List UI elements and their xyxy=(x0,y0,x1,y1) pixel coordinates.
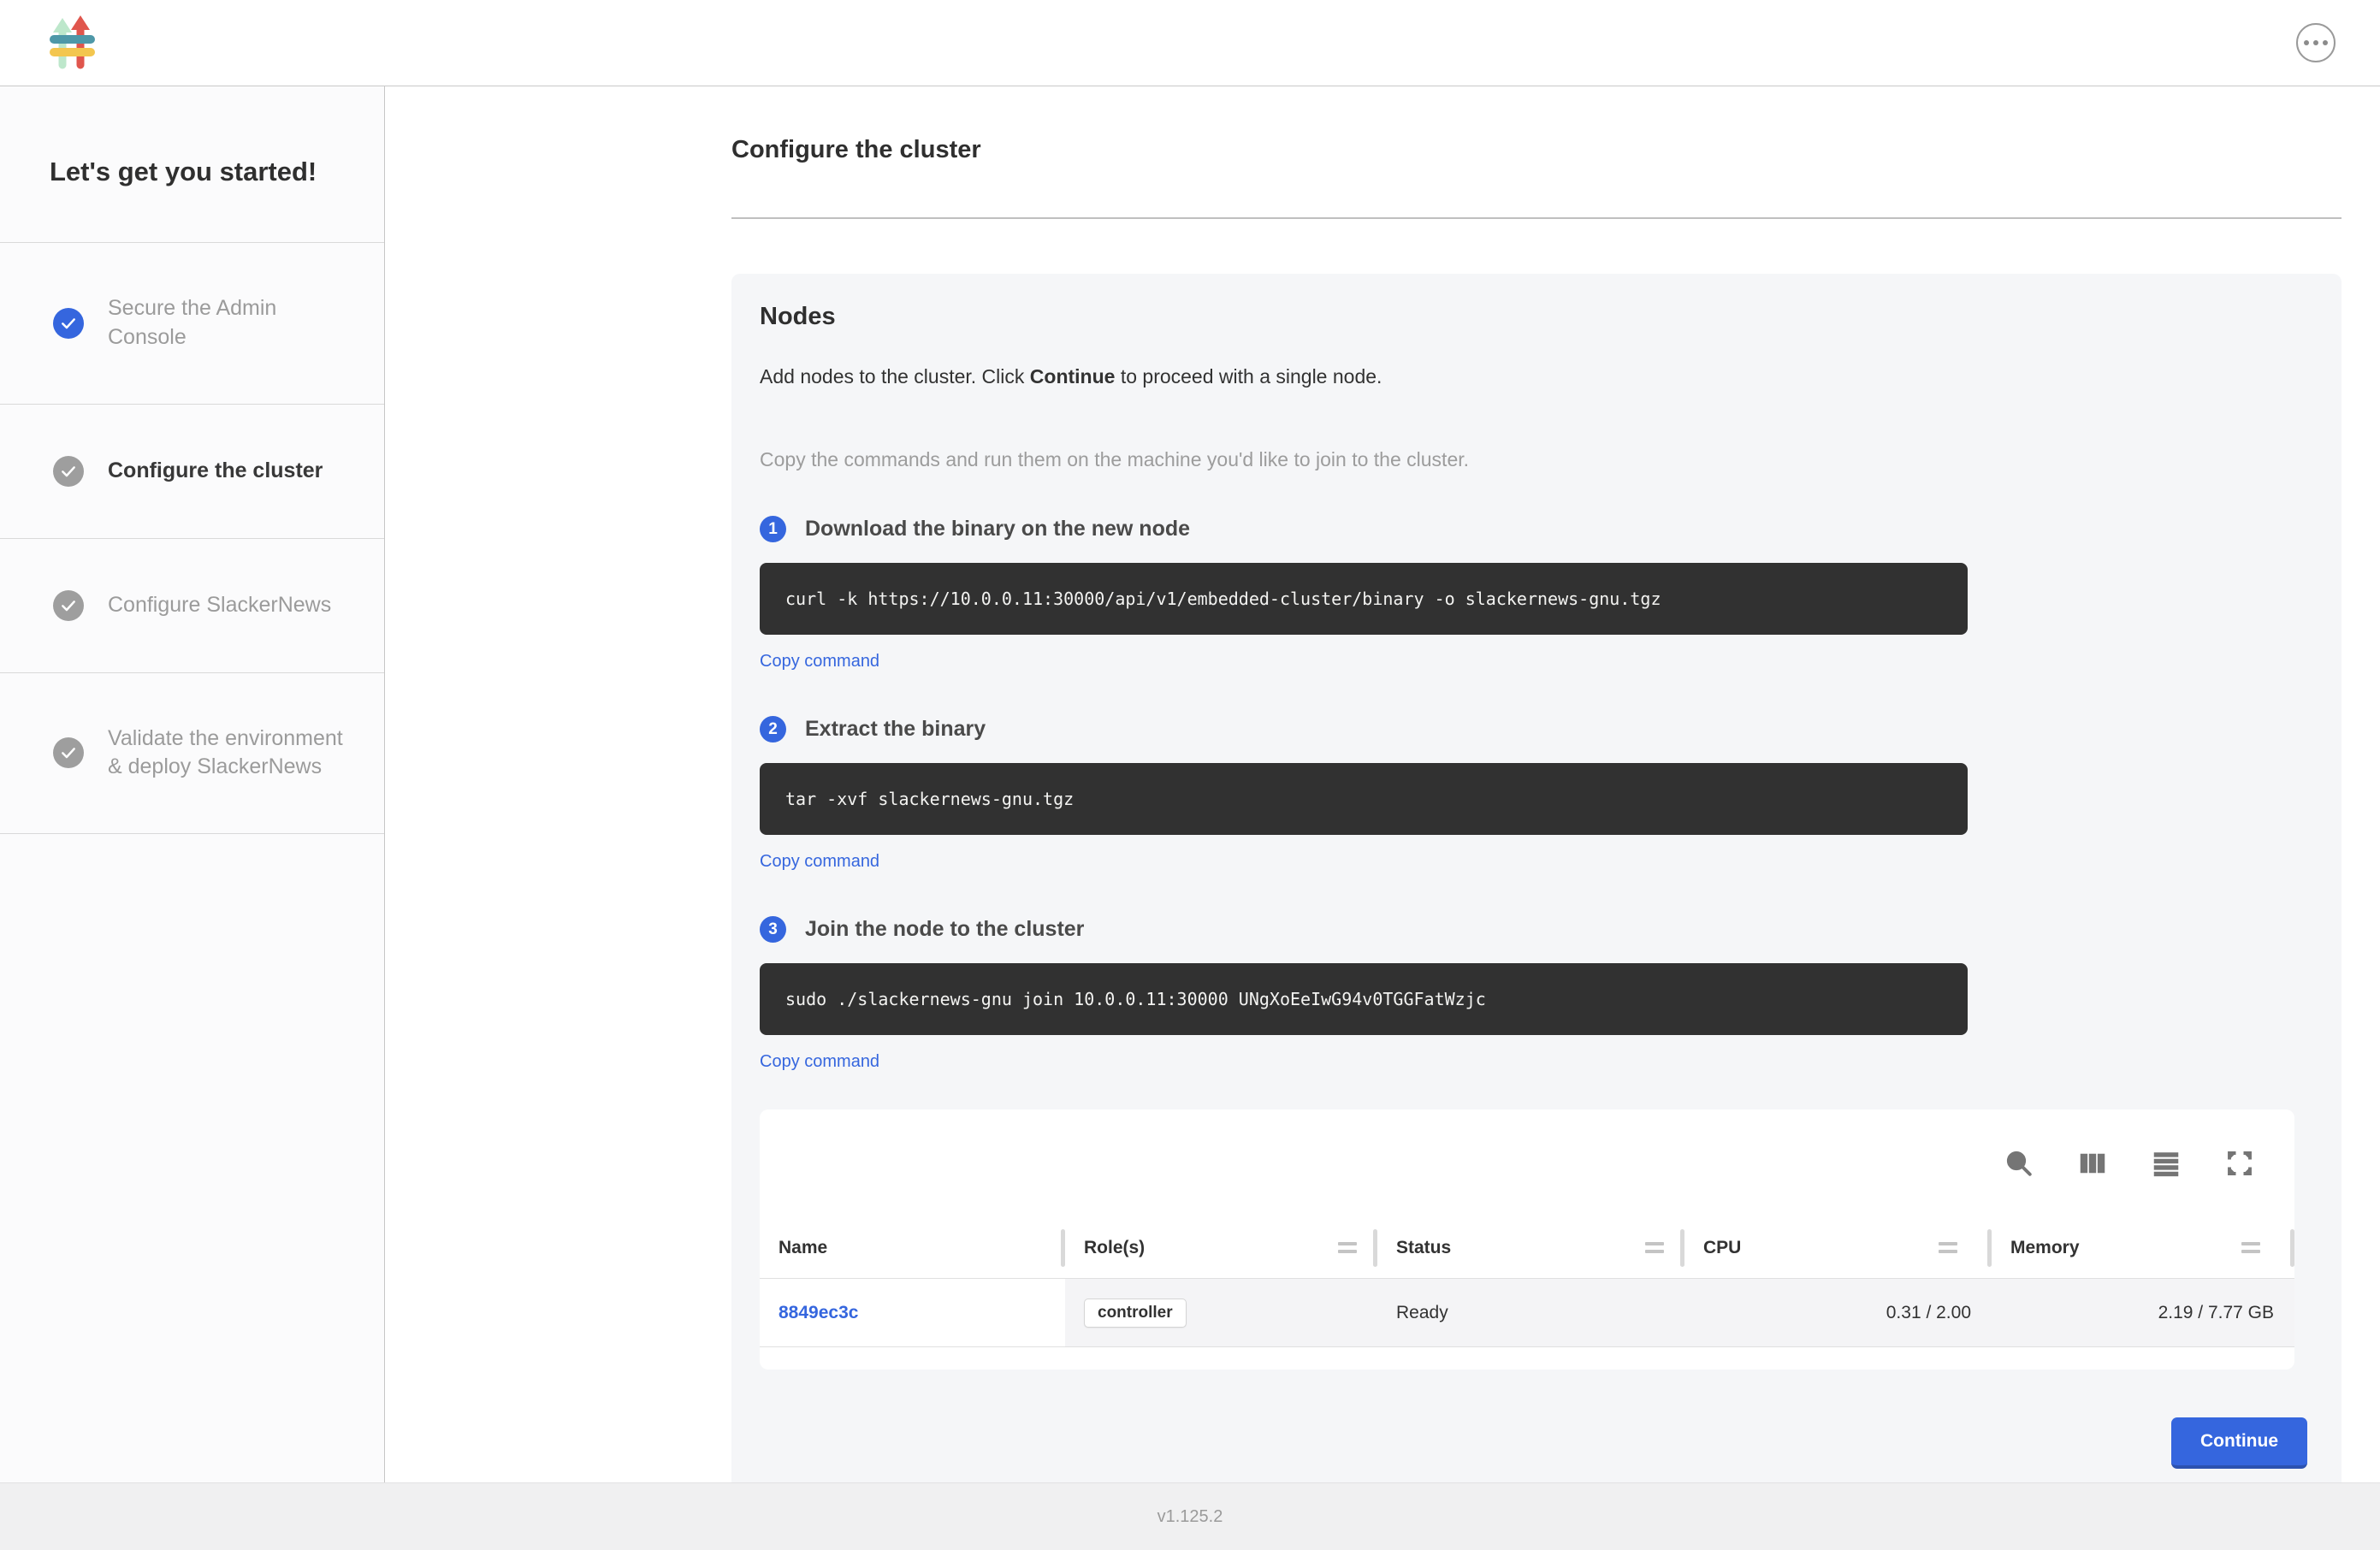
join-step-3: 3 Join the node to the cluster sudo ./sl… xyxy=(760,916,2307,1072)
command-code-block[interactable]: tar -xvf slackernews-gnu.tgz xyxy=(760,763,1968,835)
check-circle-icon xyxy=(53,456,84,487)
continue-button[interactable]: Continue xyxy=(2171,1417,2307,1469)
check-circle-icon xyxy=(53,590,84,621)
table-toolbar xyxy=(760,1109,2294,1217)
join-step-2: 2 Extract the binary tar -xvf slackernew… xyxy=(760,716,2307,872)
step-title: Extract the binary xyxy=(805,717,986,742)
table-row[interactable]: 8849ec3c controller Ready 0.31 / 2.00 2.… xyxy=(760,1279,2294,1347)
title-divider xyxy=(731,217,2342,219)
copy-command-link[interactable]: Copy command xyxy=(760,852,879,872)
ellipsis-icon xyxy=(2313,40,2318,45)
fullscreen-icon[interactable] xyxy=(2223,1146,2257,1180)
join-step-1: 1 Download the binary on the new node cu… xyxy=(760,516,2307,671)
node-name-link[interactable]: 8849ec3c xyxy=(779,1303,858,1323)
column-header-status[interactable]: Status xyxy=(1377,1217,1684,1278)
table-bottom-spacer xyxy=(760,1347,2294,1370)
more-menu-button[interactable] xyxy=(2296,23,2336,62)
nodes-table: Name Role(s) Status xyxy=(760,1109,2294,1370)
sidebar-title: Let's get you started! xyxy=(0,86,384,242)
command-code-block[interactable]: curl -k https://10.0.0.11:30000/api/v1/e… xyxy=(760,563,1968,635)
sidebar-item-configure-slackernews[interactable]: Configure SlackerNews xyxy=(0,539,384,673)
top-header xyxy=(0,0,2380,86)
sidebar-item-configure-cluster[interactable]: Configure the cluster xyxy=(0,405,384,539)
setup-sidebar: Let's get you started! Secure the Admin … xyxy=(0,86,385,1482)
step-title: Download the binary on the new node xyxy=(805,517,1190,541)
command-code-block[interactable]: sudo ./slackernews-gnu join 10.0.0.11:30… xyxy=(760,963,1968,1035)
app-window: Let's get you started! Secure the Admin … xyxy=(0,0,2380,1550)
columns-icon[interactable] xyxy=(2075,1146,2110,1180)
column-menu-icon[interactable] xyxy=(1645,1242,1664,1253)
column-header-roles[interactable]: Role(s) xyxy=(1065,1217,1377,1278)
nodes-card: Nodes Add nodes to the cluster. Click Co… xyxy=(731,274,2342,1482)
step-number-badge: 2 xyxy=(760,716,786,742)
node-name-cell: 8849ec3c xyxy=(760,1279,1065,1346)
node-cpu-cell: 0.31 / 2.00 xyxy=(1684,1279,1992,1346)
table-header-row: Name Role(s) Status xyxy=(760,1217,2294,1279)
ellipsis-icon xyxy=(2323,40,2328,45)
nodes-card-title: Nodes xyxy=(760,303,2307,331)
column-header-memory[interactable]: Memory xyxy=(1992,1217,2294,1278)
check-circle-icon xyxy=(53,308,84,339)
data-grid: Name Role(s) Status xyxy=(760,1217,2294,1370)
app-footer: v1.125.2 xyxy=(0,1482,2380,1550)
sidebar-item-label: Configure the cluster xyxy=(108,457,323,486)
column-separator[interactable] xyxy=(2290,1229,2294,1267)
check-circle-icon xyxy=(53,737,84,768)
search-icon[interactable] xyxy=(2002,1146,2036,1180)
column-header-name[interactable]: Name xyxy=(760,1217,1065,1278)
density-icon[interactable] xyxy=(2149,1146,2183,1180)
copy-command-link[interactable]: Copy command xyxy=(760,652,879,671)
step-number-badge: 3 xyxy=(760,916,786,943)
join-instructions: Copy the commands and run them on the ma… xyxy=(760,448,2307,471)
sidebar-item-secure-admin-console[interactable]: Secure the Admin Console xyxy=(0,243,384,405)
role-chip: controller xyxy=(1084,1299,1187,1328)
node-roles-cell: controller xyxy=(1065,1279,1377,1346)
ellipsis-icon xyxy=(2304,40,2309,45)
step-number-badge: 1 xyxy=(760,516,786,542)
sidebar-item-label: Configure SlackerNews xyxy=(108,591,331,620)
node-memory-cell: 2.19 / 7.77 GB xyxy=(1992,1279,2294,1346)
nodes-card-intro: Add nodes to the cluster. Click Continue… xyxy=(760,365,2307,388)
column-menu-icon[interactable] xyxy=(1939,1242,1957,1253)
page-title: Configure the cluster xyxy=(731,136,2342,164)
column-menu-icon[interactable] xyxy=(2241,1242,2260,1253)
column-header-cpu[interactable]: CPU xyxy=(1684,1217,1992,1278)
main-panel: Configure the cluster Nodes Add nodes to… xyxy=(385,86,2380,1482)
node-status-cell: Ready xyxy=(1377,1279,1684,1346)
step-title: Join the node to the cluster xyxy=(805,917,1084,942)
version-label: v1.125.2 xyxy=(1157,1507,1223,1527)
setup-step-list: Secure the Admin Console Configure the c… xyxy=(0,242,384,834)
sidebar-item-validate-deploy[interactable]: Validate the environment & deploy Slacke… xyxy=(0,673,384,835)
sidebar-item-label: Secure the Admin Console xyxy=(108,294,350,352)
column-menu-icon[interactable] xyxy=(1338,1242,1357,1253)
copy-command-link[interactable]: Copy command xyxy=(760,1052,879,1072)
sidebar-item-label: Validate the environment & deploy Slacke… xyxy=(108,725,350,783)
slackernews-logo-icon xyxy=(50,15,96,70)
